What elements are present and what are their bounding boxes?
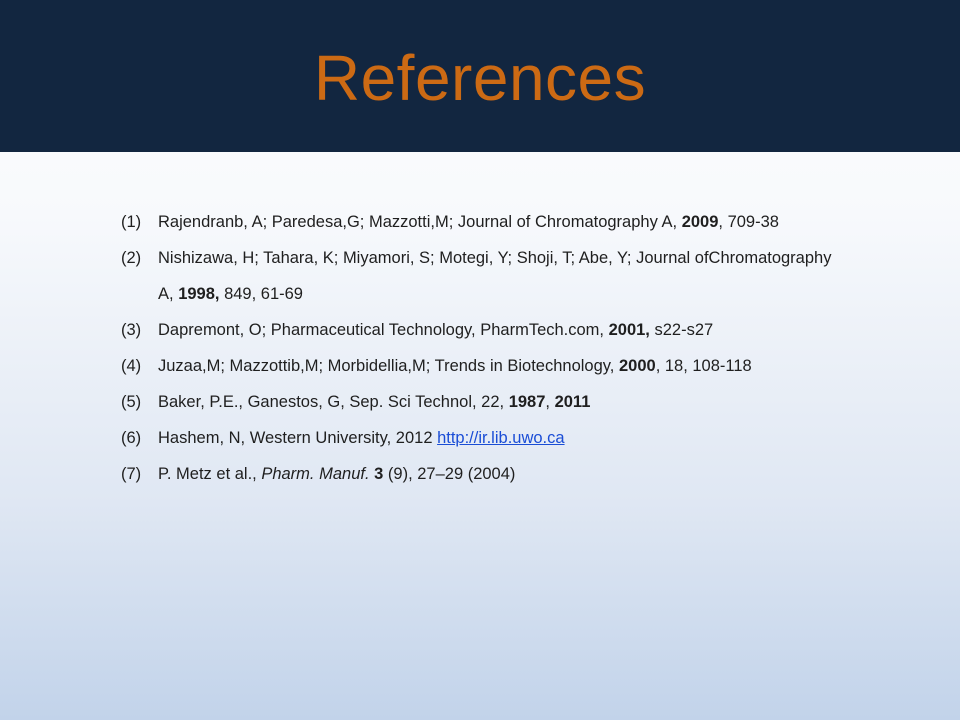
reference-text-segment: 849, 61-69 (219, 285, 303, 303)
reference-text-segment: Juzaa,M; Mazzottib,M; Morbidellia,M; Tre… (158, 357, 619, 375)
reference-text: Rajendranb, A; Paredesa,G; Mazzotti,M; J… (158, 204, 841, 240)
reference-number: (3) (121, 321, 142, 339)
reference-text-segment: , (545, 393, 555, 411)
reference-number: (4) (121, 357, 142, 375)
reference-text-segment: P. Metz et al., (158, 465, 262, 483)
slide-title: References (313, 42, 647, 114)
reference-number: (6) (121, 429, 142, 447)
reference-text: Baker, P.E., Ganestos, G, Sep. Sci Techn… (158, 384, 841, 420)
reference-list: (1) Rajendranb, A; Paredesa,G; Mazzotti,M… (121, 204, 841, 492)
reference-year-bold: 2011 (554, 393, 591, 411)
reference-text: Nishizawa, H; Tahara, K; Miyamori, S; Mo… (158, 240, 841, 312)
reference-text-segment: Dapremont, O; Pharmaceutical Technology,… (158, 321, 609, 339)
reference-number: (2) (121, 249, 142, 267)
reference-year-bold: 3 (374, 465, 384, 483)
slide: References (1) Rajendranb, A; Paredesa,G;… (0, 0, 960, 720)
reference-link[interactable]: http://ir.lib.uwo.ca (437, 429, 564, 447)
reference-year-bold: 2000 (618, 357, 656, 375)
reference-text-segment: (9), 27–29 (2004) (383, 465, 516, 483)
reference-text: P. Metz et al., Pharm. Manuf. 3 (9), 27–… (158, 456, 841, 492)
reference-item: (2) Nishizawa, H; Tahara, K; Miyamori, S;… (121, 240, 841, 312)
reference-text-segment: Rajendranb, A; Paredesa,G; Mazzotti,M; J… (158, 213, 682, 231)
reference-item: (7) P. Metz et al., Pharm. Manuf. 3 (9), … (121, 456, 841, 492)
reference-item: (6) Hashem, N, Western University, 2012 h… (121, 420, 841, 456)
reference-item: (1) Rajendranb, A; Paredesa,G; Mazzotti,M… (121, 204, 841, 240)
reference-item: (4) Juzaa,M; Mazzottib,M; Morbidellia,M; … (121, 348, 841, 384)
reference-journal-italic: Pharm. Manuf. (261, 465, 370, 483)
reference-text-segment: , 18, 108-118 (655, 357, 752, 375)
reference-year-bold: 1998, (178, 285, 220, 303)
reference-text: Hashem, N, Western University, 2012 http… (158, 420, 841, 456)
reference-text: Dapremont, O; Pharmaceutical Technology,… (158, 312, 841, 348)
reference-year-bold: 1987 (508, 393, 546, 411)
reference-text: Juzaa,M; Mazzottib,M; Morbidellia,M; Tre… (158, 348, 841, 384)
reference-year-bold: 2001, (608, 321, 650, 339)
reference-year-bold: 2009 (681, 213, 719, 231)
reference-text-segment: , 709-38 (718, 213, 779, 231)
reference-number: (1) (121, 213, 142, 231)
reference-number: (5) (121, 393, 142, 411)
reference-text-segment: s22-s27 (649, 321, 714, 339)
reference-number: (7) (121, 465, 142, 483)
reference-text-segment: Baker, P.E., Ganestos, G, Sep. Sci Techn… (158, 393, 509, 411)
reference-item: (3) Dapremont, O; Pharmaceutical Technolo… (121, 312, 841, 348)
reference-text-segment: Hashem, N, Western University, 2012 (158, 429, 438, 447)
reference-item: (5) Baker, P.E., Ganestos, G, Sep. Sci Te… (121, 384, 841, 420)
